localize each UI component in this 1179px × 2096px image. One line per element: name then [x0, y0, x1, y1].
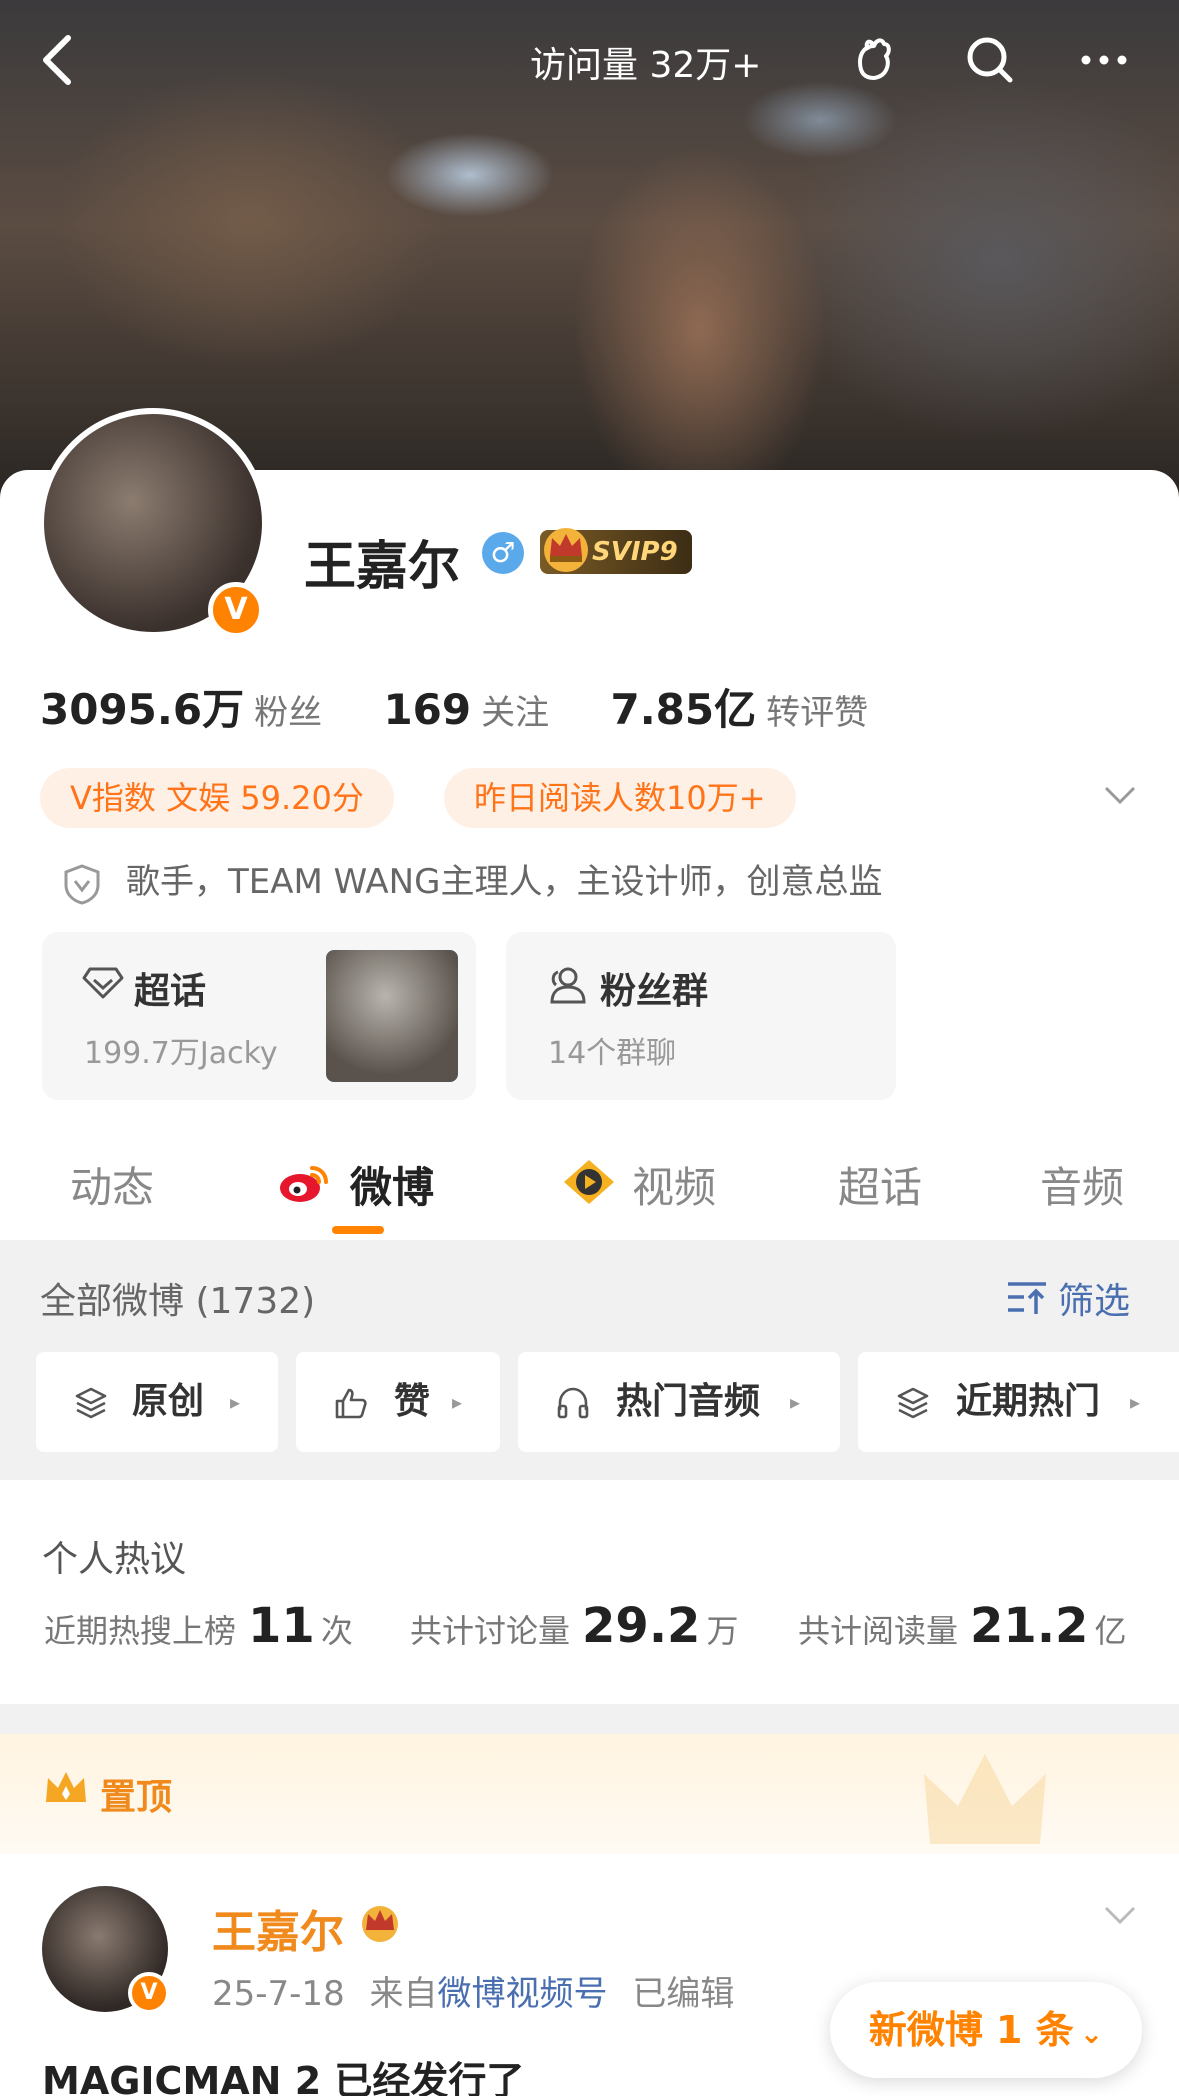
filter-icon[interactable]: [1006, 1278, 1048, 1316]
headphones-icon: [557, 1387, 589, 1419]
all-posts-count: 全部微博 (1732): [40, 1281, 316, 1322]
crown-icon: [544, 528, 588, 572]
likes-stat[interactable]: 7.85亿 转评赞: [610, 676, 868, 737]
feed-filter-section: 全部微博 (1732) 筛选 原创 ▸ 赞 ▸ 热门音频 ▸ 近期热门 ▸: [0, 1240, 1179, 1480]
visit-count: 访问量 32万+: [530, 45, 762, 86]
following-stat[interactable]: 169 关注: [383, 685, 549, 734]
discussion-stat: 共计讨论量 29.2 万: [410, 1598, 739, 1654]
chip-arrow-icon: ▸: [1130, 1390, 1141, 1414]
post-date: 25-7-18: [212, 1974, 345, 2014]
verified-badge: V: [128, 1972, 170, 2014]
profile-stats: 3095.6万 粉丝 169 关注 7.85亿 转评赞: [40, 676, 916, 737]
chip-likes[interactable]: 赞 ▸: [296, 1352, 500, 1452]
reads-stat: 共计阅读量 21.2 亿: [798, 1598, 1127, 1654]
post-author-name[interactable]: 王嘉尔: [212, 1896, 344, 1960]
search-icon[interactable]: [962, 32, 1018, 88]
hot-title: 个人热议: [42, 1539, 187, 1580]
gift-icon[interactable]: [846, 32, 902, 88]
tab-weibo[interactable]: 微博: [350, 1154, 434, 1215]
chip-hot-audio[interactable]: 热门音频 ▸: [518, 1352, 840, 1452]
followers-stat[interactable]: 3095.6万 粉丝: [40, 676, 322, 737]
tab-supertopic[interactable]: 超话: [838, 1154, 922, 1215]
shield-icon: [64, 863, 100, 905]
post-text: MAGICMAN 2 已经发行了: [42, 2059, 525, 2096]
active-tab-indicator: [332, 1226, 384, 1234]
tab-video[interactable]: 视频: [632, 1154, 716, 1215]
profile-name: 王嘉尔: [304, 537, 461, 597]
pinned-header: 置顶: [0, 1734, 1179, 1854]
chip-arrow-icon: ▸: [790, 1390, 801, 1414]
chip-arrow-icon: ▸: [452, 1390, 463, 1414]
bio-text: 歌手，TEAM WANG主理人，主设计师，创意总监: [126, 862, 883, 902]
tab-activity[interactable]: 动态: [70, 1154, 154, 1215]
male-icon: ♂: [482, 532, 524, 574]
chip-recent-hot[interactable]: 近期热门 ▸: [858, 1352, 1179, 1452]
crown-watermark-icon: [924, 1754, 1046, 1844]
chevron-down-icon[interactable]: [1100, 1900, 1140, 1930]
section-divider: [0, 1704, 1179, 1734]
chevron-down-icon[interactable]: [1100, 780, 1140, 810]
pinned-label: 置顶: [100, 1777, 173, 1818]
double-chevron-down-icon: ⌄: [1079, 2017, 1104, 2050]
top-bar: 访问量 32万+: [0, 0, 1179, 120]
diamond-icon: [82, 967, 124, 999]
group-icon: [550, 967, 586, 1004]
crown-icon: [362, 1906, 398, 1942]
filter-button[interactable]: 筛选: [1058, 1272, 1130, 1324]
hot-search-stat: 近期热搜上榜 11 次: [44, 1598, 353, 1654]
fan-group-title: 粉丝群: [600, 971, 709, 1012]
chip-original[interactable]: 原创 ▸: [36, 1352, 278, 1452]
v-index-pill[interactable]: V指数 文娱 59.20分: [40, 768, 394, 828]
crown-icon: [46, 1772, 86, 1802]
weibo-logo-icon: [280, 1166, 328, 1202]
thumbs-up-icon: [335, 1388, 367, 1419]
tab-audio[interactable]: 音频: [1040, 1154, 1124, 1215]
bio: 歌手，TEAM WANG主理人，主设计师，创意总监: [62, 854, 882, 905]
readers-pill[interactable]: 昨日阅读人数10万+: [444, 768, 796, 828]
post-source[interactable]: 微博视频号: [438, 1974, 608, 2014]
fan-group-card[interactable]: 粉丝群 14个群聊: [506, 932, 896, 1100]
more-icon[interactable]: [1076, 32, 1132, 88]
back-arrow-icon[interactable]: [36, 30, 80, 90]
layers-icon: [75, 1387, 107, 1419]
video-icon: [564, 1160, 614, 1204]
fan-group-count: 14个群聊: [548, 1036, 677, 1071]
new-posts-button[interactable]: 新微博 1 条 ⌄: [830, 1982, 1142, 2078]
personal-hot-section[interactable]: 个人热议 近期热搜上榜 11 次 共计讨论量 29.2 万 共计阅读量 21.2 亿: [0, 1480, 1179, 1704]
chip-arrow-icon: ▸: [230, 1390, 241, 1414]
verified-badge: V: [208, 582, 264, 638]
post-meta: 25-7-18 来自微博视频号 已编辑: [212, 1974, 735, 2014]
edited-label: 已编辑: [632, 1974, 735, 2014]
layers-icon: [897, 1387, 929, 1419]
supertopic-thumbnail: [326, 950, 458, 1082]
profile-tabs: 动态 微博 视频 超话 音频: [0, 1130, 1179, 1240]
supertopic-count: 199.7万Jacky: [84, 1036, 278, 1071]
supertopic-title: 超话: [134, 971, 207, 1012]
supertopic-card[interactable]: 超话 199.7万Jacky: [42, 932, 476, 1100]
